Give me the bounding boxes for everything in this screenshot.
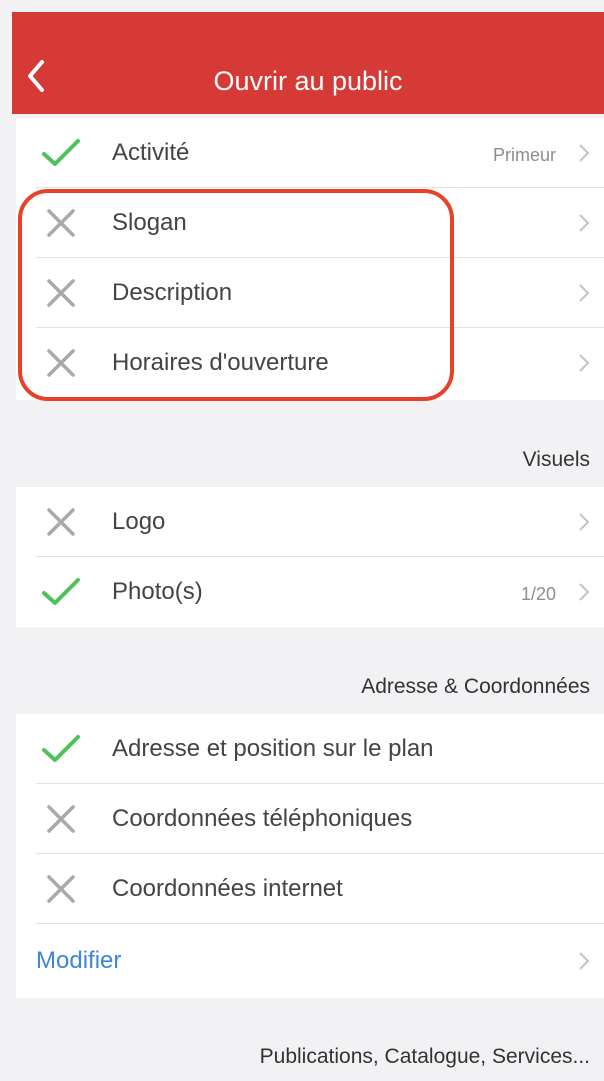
cross-icon: [47, 279, 75, 307]
row-coordonnees-telephoniques[interactable]: Coordonnées téléphoniques: [16, 784, 604, 854]
status-bar-area: [0, 0, 604, 12]
section-header-visuels: Visuels: [522, 448, 590, 471]
row-description[interactable]: Description: [16, 258, 604, 328]
row-logo[interactable]: Logo: [16, 487, 604, 557]
row-label: Slogan: [112, 209, 187, 236]
row-adresse-position[interactable]: Adresse et position sur le plan: [16, 714, 604, 784]
section-header-adresse: Adresse & Coordonnées: [361, 675, 590, 698]
row-activite[interactable]: Activité Primeur: [16, 118, 604, 188]
row-slogan[interactable]: Slogan: [16, 188, 604, 258]
row-value: Primeur: [492, 145, 556, 165]
row-label: Coordonnées internet: [112, 875, 343, 902]
cross-icon: [47, 349, 75, 377]
row-label: Photo(s): [112, 578, 203, 605]
adresse-group: Adresse et position sur le plan Coordonn…: [16, 714, 604, 998]
chevron-right-icon: [579, 583, 590, 601]
chevron-right-icon: [579, 952, 590, 970]
row-value: 1/20: [520, 584, 556, 604]
row-label: Horaires d'ouverture: [112, 349, 329, 376]
row-coordonnees-internet[interactable]: Coordonnées internet: [16, 854, 604, 924]
checkmark-icon: [42, 578, 80, 605]
row-label: Adresse et position sur le plan: [112, 735, 434, 762]
cross-icon: [47, 805, 75, 833]
row-photos[interactable]: Photo(s) 1/20: [16, 557, 604, 627]
visuels-group: Logo Photo(s) 1/20: [16, 487, 604, 627]
row-modifier[interactable]: Modifier: [16, 926, 604, 996]
chevron-right-icon: [579, 214, 590, 232]
chevron-right-icon: [579, 284, 590, 302]
navigation-bar: Ouvrir au public: [12, 12, 604, 114]
cross-icon: [47, 209, 75, 237]
row-divider: [36, 923, 604, 924]
chevron-right-icon: [579, 354, 590, 372]
row-label: Logo: [112, 508, 166, 535]
profile-info-group: Activité Primeur Slogan Description Hora…: [16, 118, 604, 400]
chevron-right-icon: [579, 513, 590, 531]
row-horaires[interactable]: Horaires d'ouverture: [16, 328, 604, 398]
checkmark-icon: [42, 139, 80, 166]
cross-icon: [47, 508, 75, 536]
page-title: Ouvrir au public: [213, 66, 403, 96]
row-label: Activité: [112, 139, 190, 166]
section-header-publications: Publications, Catalogue, Services...: [259, 1045, 590, 1068]
cross-icon: [47, 875, 75, 903]
chevron-right-icon: [579, 144, 590, 162]
checkmark-icon: [42, 735, 80, 762]
row-label: Description: [112, 279, 233, 306]
modifier-link[interactable]: Modifier: [36, 946, 121, 976]
row-label: Coordonnées téléphoniques: [112, 805, 413, 832]
